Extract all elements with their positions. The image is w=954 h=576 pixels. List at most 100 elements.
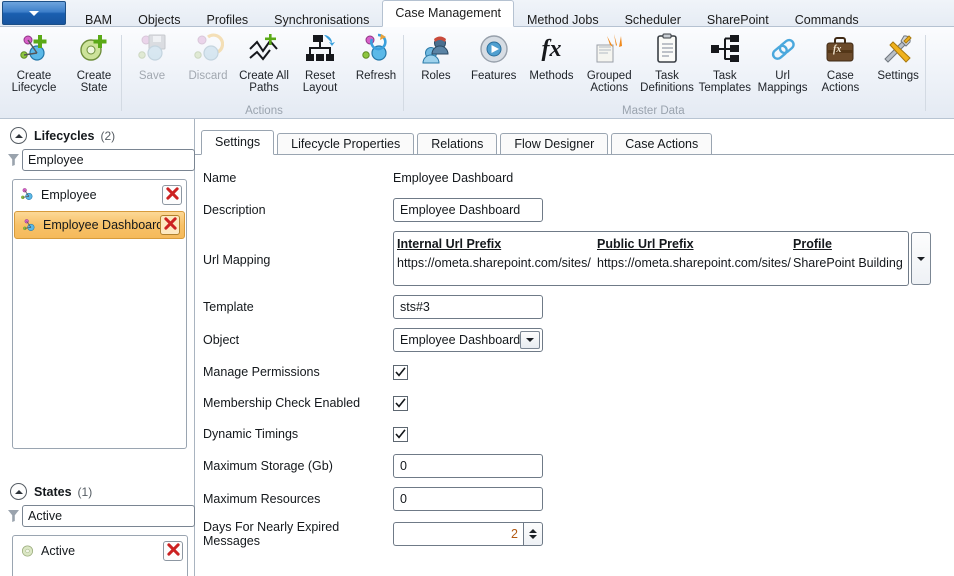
ribbon-group-label-master-data: Master Data [622, 105, 685, 117]
tab-lifecycle-properties[interactable]: Lifecycle Properties [277, 133, 415, 155]
description-label: Description [203, 203, 266, 217]
cell-profile: SharePoint Building Blocks [793, 256, 903, 270]
table-row[interactable]: https://ometa.sharepoint.com/sites/ http… [394, 254, 908, 270]
object-label: Object [203, 333, 240, 347]
ribbon-tab-case-management[interactable]: Case Management [382, 0, 514, 27]
list-item[interactable]: Active [13, 536, 187, 566]
node-add-icon [18, 31, 50, 67]
name-value: Employee Dashboard [393, 171, 514, 185]
description-input[interactable] [393, 198, 543, 222]
states-filter-input[interactable] [22, 505, 195, 527]
url-mapping-dropdown-button[interactable] [911, 232, 931, 285]
app-menu-button[interactable] [2, 1, 66, 25]
days-nearly-expired-label: Days For Nearly Expired Messages [203, 520, 340, 548]
ribbon-group-actions: Save Discard Create All Paths Reset Layout Ref… [124, 27, 404, 119]
maximum-resources-label: Maximum Resources [203, 492, 321, 506]
cell-public-url-prefix: https://ometa.sharepoint.com/sites/ [597, 256, 791, 270]
days-nearly-expired-input[interactable] [393, 522, 523, 546]
settings-button[interactable]: Settings [869, 31, 927, 82]
methods-button[interactable]: fx Methods [523, 31, 581, 82]
discard-button: Discard [180, 31, 236, 82]
field-row-membership-check: Membership Check Enabled [203, 392, 954, 414]
left-panel: Lifecycles (2) Employee Employee Dashboar… [0, 119, 195, 576]
spinner-up-icon[interactable] [529, 529, 537, 533]
maximum-resources-input[interactable] [393, 487, 543, 511]
object-dropdown-button[interactable] [520, 331, 540, 349]
url-mapping-grid[interactable]: Internal Url Prefix Public Url Prefix Pr… [393, 231, 909, 286]
ribbon-separator [403, 35, 404, 111]
delete-button[interactable] [160, 215, 180, 235]
save-disk-icon [136, 31, 168, 67]
task-definitions-label: Task Definitions [640, 70, 694, 94]
features-label: Features [470, 70, 517, 82]
lifecycles-section-header: Lifecycles (2) [0, 119, 194, 148]
list-item[interactable]: Employee Dashboard [14, 211, 185, 239]
svg-text:fx: fx [833, 44, 841, 55]
chevron-down-icon [917, 256, 925, 261]
ribbon-group-label-actions: Actions [245, 105, 283, 117]
column-header-internal-url-prefix[interactable]: Internal Url Prefix [397, 237, 597, 251]
template-label: Template [203, 300, 254, 314]
object-combobox[interactable] [393, 328, 543, 352]
ribbon-group-master-data: Roles Features fx Methods Grouped Actions Task… [407, 27, 927, 119]
manage-permissions-checkbox[interactable] [393, 364, 408, 380]
reset-layout-button[interactable]: Reset Layout [292, 31, 348, 94]
refresh-button[interactable]: Refresh [348, 31, 404, 82]
tab-flow-designer[interactable]: Flow Designer [500, 133, 609, 155]
stepper-buttons[interactable] [523, 522, 543, 546]
dynamic-timings-checkbox[interactable] [393, 426, 408, 442]
url-mappings-label: Url Mappings [757, 70, 808, 94]
lifecycles-title: Lifecycles [34, 128, 95, 143]
link-icon [767, 31, 799, 67]
chevron-up-icon[interactable] [10, 127, 27, 144]
task-templates-button[interactable]: Task Templates [696, 31, 754, 94]
grouped-actions-label: Grouped Actions [586, 70, 632, 94]
template-input[interactable] [393, 295, 543, 319]
chevron-down-icon [526, 338, 534, 342]
save-label: Save [138, 70, 166, 82]
states-filter-row [0, 504, 195, 533]
column-header-profile[interactable]: Profile [793, 237, 903, 251]
chevron-up-icon[interactable] [10, 483, 27, 500]
field-row-dynamic-timings: Dynamic Timings [203, 423, 954, 445]
tab-settings[interactable]: Settings [201, 130, 275, 155]
roles-button[interactable]: Roles [407, 31, 465, 82]
column-header-public-url-prefix[interactable]: Public Url Prefix [597, 237, 793, 251]
briefcase-fx-icon: fx [824, 31, 856, 67]
task-definitions-button[interactable]: Task Definitions [638, 31, 696, 94]
days-nearly-expired-stepper[interactable] [393, 522, 543, 546]
application-window: BAM Objects Profiles Synchronisations Case M… [0, 0, 954, 576]
create-lifecycle-button[interactable]: Create Lifecycle [4, 31, 64, 94]
ribbon-tabs: BAM Objects Profiles Synchronisations Case M… [72, 0, 872, 27]
delete-button[interactable] [162, 184, 182, 205]
create-state-button[interactable]: Create State [64, 31, 124, 94]
fx-icon: fx [541, 36, 562, 62]
reset-layout-label: Reset Layout [302, 70, 338, 94]
lifecycles-filter-input[interactable] [22, 149, 195, 171]
membership-check-label: Membership Check Enabled [203, 396, 361, 410]
clipboard-icon [651, 31, 683, 67]
states-list[interactable]: Active [12, 535, 188, 576]
field-row-url-mapping: Url Mapping Internal Url Prefix Public U… [203, 231, 954, 286]
membership-check-checkbox[interactable] [393, 395, 408, 411]
list-item-label: Active [41, 543, 76, 558]
create-all-paths-button[interactable]: Create All Paths [236, 31, 292, 94]
paths-chart-icon [248, 31, 280, 67]
field-row-object: Object [203, 328, 954, 352]
maximum-storage-input[interactable] [393, 454, 543, 478]
name-label: Name [203, 171, 237, 185]
case-actions-button[interactable]: fx Case Actions [811, 31, 869, 94]
lifecycles-list[interactable]: Employee Employee Dashboard [12, 179, 187, 449]
delete-button[interactable] [163, 540, 183, 561]
spinner-down-icon[interactable] [529, 535, 537, 539]
tab-case-actions[interactable]: Case Actions [611, 133, 713, 155]
tab-relations[interactable]: Relations [417, 133, 498, 155]
features-button[interactable]: Features [465, 31, 523, 82]
ribbon-separator [925, 35, 926, 111]
list-item-label: Employee [41, 187, 97, 202]
field-row-description: Description [203, 198, 954, 222]
url-mappings-button[interactable]: Url Mappings [754, 31, 812, 94]
list-item[interactable]: Employee [13, 180, 186, 210]
grouped-actions-button[interactable]: Grouped Actions [580, 31, 638, 94]
url-mapping-grid-header: Internal Url Prefix Public Url Prefix Pr… [394, 232, 908, 254]
